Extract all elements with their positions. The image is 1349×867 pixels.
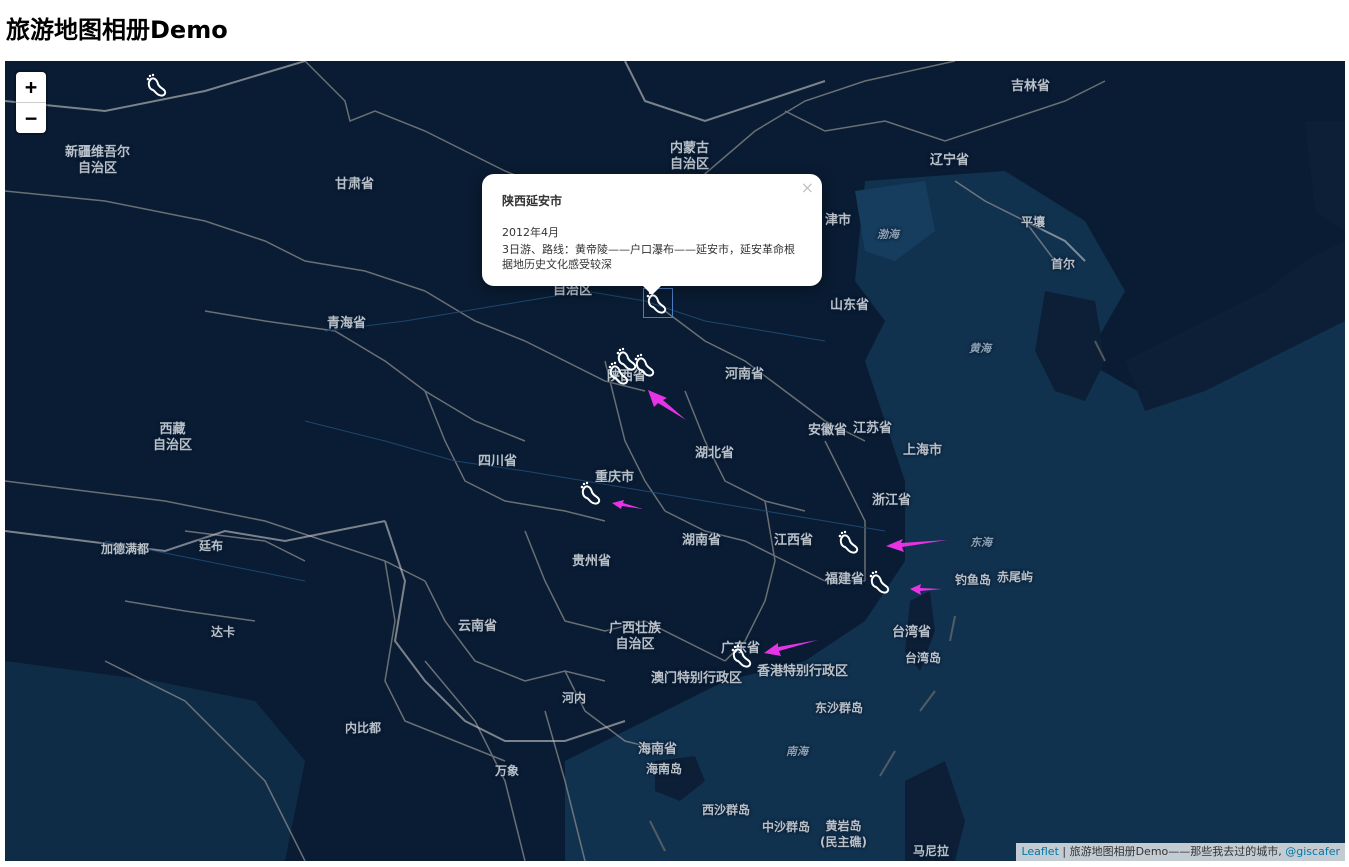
label-huangyan-l2: (民主礁) [820,835,867,849]
zoom-control: + − [16,72,46,133]
label-tianjin: 津市 [825,213,852,228]
label-nanhai: 南海 [786,745,808,758]
label-yunnan: 云南省 [458,619,498,634]
label-taiwan-prov: 台湾省 [892,625,932,640]
label-xinjiang: 新疆维吾尔 自治区 [65,145,130,177]
footprint-icon [146,73,167,97]
label-diaoyu: 钓鱼岛 [955,573,992,587]
label-gansu: 甘肃省 [335,177,375,192]
footprint-icon [838,530,859,554]
label-hubei: 湖北省 [695,446,735,461]
footprint-icon [869,570,890,594]
label-jiangxi: 江西省 [774,533,814,548]
label-seoul: 首尔 [1051,257,1076,271]
label-shandong: 山东省 [830,298,870,313]
author-link[interactable]: @giscafer [1285,845,1340,858]
label-xinjiang-l1: 新疆维吾尔 [65,145,131,160]
footprint-marker[interactable] [837,530,863,556]
label-zhongsha: 中沙群岛 [762,820,811,834]
label-fujian: 福建省 [825,572,865,587]
label-xisha: 西沙群岛 [702,803,751,817]
label-neimenggu-l1: 内蒙古 [670,141,710,156]
label-hongkong: 香港特别行政区 [757,664,849,679]
label-wanxiang: 万象 [495,764,520,778]
popup-close-button[interactable]: × [801,178,814,197]
label-liaoning: 辽宁省 [930,153,970,168]
pink-arrow-icon [764,640,818,656]
label-tingbu: 廷布 [199,539,224,553]
zoom-out-button[interactable]: − [16,102,46,133]
footprint-icon [608,361,629,385]
label-bohai: 渤海 [877,228,899,241]
footprint-icon [634,353,655,377]
label-guangxi-l2: 自治区 [615,637,655,652]
label-taiwan-island: 台湾岛 [905,651,942,665]
footprint-marker[interactable] [633,353,659,379]
map-attribution: Leaflet | 旅游地图相册Demo——那些我去过的城市, @giscafe… [1016,843,1345,861]
zoom-in-button[interactable]: + [16,72,46,102]
label-sichuan: 四川省 [478,454,518,469]
label-zhejiang: 浙江省 [872,493,912,508]
label-huangyan: 黄岩岛 (民主礁) [820,818,867,850]
leaflet-link[interactable]: Leaflet [1021,845,1058,858]
label-guangxi-l1: 广西壮族 [609,621,662,636]
attribution-text: | 旅游地图相册Demo——那些我去过的城市, [1058,845,1286,858]
label-dongsha: 东沙群岛 [815,701,864,715]
label-jilin: 吉林省 [1011,79,1051,94]
label-daka: 达卡 [211,625,236,639]
footprint-icon [731,644,752,668]
label-naypyidaw: 内比都 [345,721,382,735]
popup-description: 3日游、路线：黄帝陵——户口瀑布——延安市，延安革命根据地历史文化感受较深 [502,243,795,271]
footprint-marker[interactable] [730,644,756,670]
popup-title: 陕西延安市 [502,194,563,208]
label-xinjiang-l2: 自治区 [78,161,118,176]
marker-popup: × 陕西延安市 2012年4月 3日游、路线：黄帝陵——户口瀑布——延安市，延安… [482,174,822,295]
label-macau: 澳门特别行政区 [651,671,743,686]
label-henan: 河南省 [725,367,765,382]
label-xizang-l2: 自治区 [153,438,193,453]
label-neimenggu: 内蒙古 自治区 [670,141,709,173]
footprint-marker[interactable] [868,570,894,596]
label-pingrang: 平壤 [1021,215,1046,229]
label-manila: 马尼拉 [913,844,950,858]
page-title: 旅游地图相册Demo [6,16,228,44]
pink-arrow-icon [886,539,947,552]
footprint-marker[interactable] [145,73,171,99]
label-guangxi: 广西壮族 自治区 [609,621,661,653]
pink-arrow-icon [648,390,686,420]
label-guizhou: 贵州省 [572,554,612,569]
label-donghai: 东海 [970,536,992,549]
label-xizang-l1: 西藏 [159,422,186,437]
label-huanghai: 黄海 [969,342,991,355]
popup-tip [642,285,662,295]
map-container[interactable]: + − 新疆维吾尔 自治区 甘肃省 内蒙古 自治区 辽宁省 吉林省 青海省 自治区 … [5,61,1345,861]
pink-arrow-icon [612,500,643,509]
label-jiangsu: 江苏省 [853,421,893,436]
footprint-icon [580,481,601,505]
label-chiwei: 赤尾屿 [997,570,1034,584]
label-hainan: 海南省 [638,742,678,757]
label-hunan: 湖南省 [682,533,722,548]
label-hanoi: 河内 [562,691,587,705]
pink-arrow-icon [910,584,942,595]
label-xizang: 西藏 自治区 [153,422,192,454]
label-jiademan: 加德满都 [101,542,150,556]
footprint-marker[interactable] [607,361,633,387]
label-anhui: 安徽省 [808,423,848,438]
label-hainan-island: 海南岛 [646,762,683,776]
label-shanghai: 上海市 [903,443,943,458]
label-qinghai: 青海省 [327,316,367,331]
popup-date: 2012年4月 [502,226,559,239]
footprint-marker[interactable] [579,481,605,507]
label-neimenggu-l2: 自治区 [670,157,710,172]
label-huangyan-l1: 黄岩岛 [825,819,862,833]
